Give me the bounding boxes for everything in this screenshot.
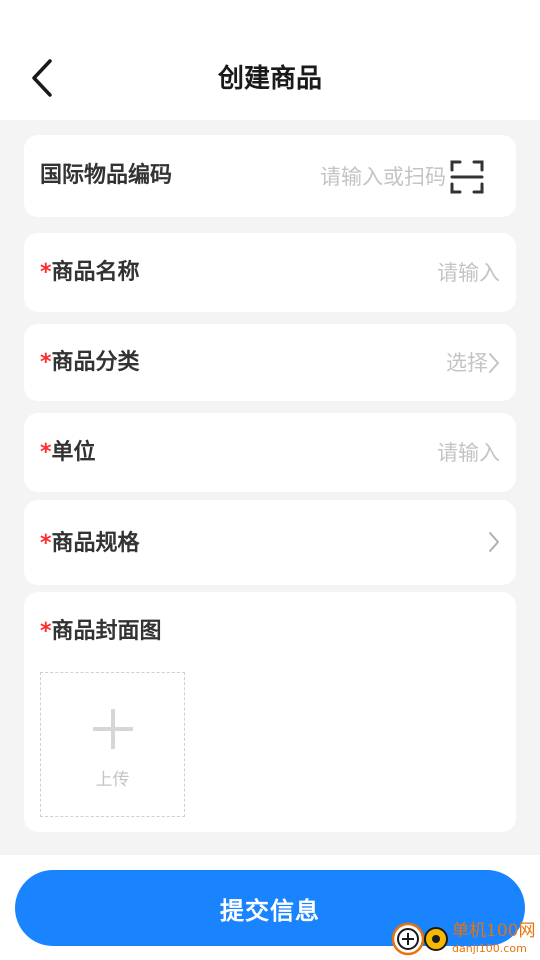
cover-image-card: *商品封面图 上传 [24,592,516,832]
required-mark: * [40,260,52,285]
category-label: *商品分类 [40,347,140,379]
chevron-right-icon [489,353,499,373]
product-name-label: *商品名称 [40,257,140,289]
required-mark: * [40,440,52,465]
product-name-label-text: 商品名称 [51,260,140,285]
cover-image-label: *商品封面图 [40,616,162,648]
upload-button[interactable]: 上传 [40,672,185,817]
unit-label-text: 单位 [51,440,96,465]
barcode-input[interactable]: 请输入或扫码 [320,161,446,193]
watermark-logo: 单机100网 danji100.com [390,914,540,960]
category-row[interactable]: *商品分类 选择 [24,324,516,401]
page-title: 创建商品 [217,64,322,94]
required-mark: * [40,350,52,375]
category-label-text: 商品分类 [51,350,140,375]
barcode-label: 国际物品编码 [40,163,173,188]
spec-label: *商品规格 [40,528,140,560]
plus-icon [93,709,133,749]
scan-icon[interactable] [450,160,484,194]
unit-row[interactable]: *单位 请输入 [24,413,516,492]
watermark-url: danji100.com [452,942,527,955]
spec-row[interactable]: *商品规格 [24,500,516,585]
unit-input[interactable]: 请输入 [437,437,500,469]
chevron-right-icon[interactable] [488,531,500,553]
watermark-text: 单机100网 [452,921,536,941]
watermark-mascot-icon [391,922,448,956]
cover-image-label-text: 商品封面图 [51,619,162,644]
app-header: 创建商品 [0,0,540,120]
required-mark: * [40,619,52,644]
product-name-row[interactable]: *商品名称 请输入 [24,233,516,312]
category-select[interactable]: 选择 [446,347,488,379]
upload-label: 上传 [95,770,130,790]
barcode-row[interactable]: 国际物品编码 请输入或扫码 [24,135,516,217]
spec-label-text: 商品规格 [51,531,140,556]
required-mark: * [40,531,52,556]
unit-label: *单位 [40,437,96,469]
product-name-input[interactable]: 请输入 [437,257,500,289]
